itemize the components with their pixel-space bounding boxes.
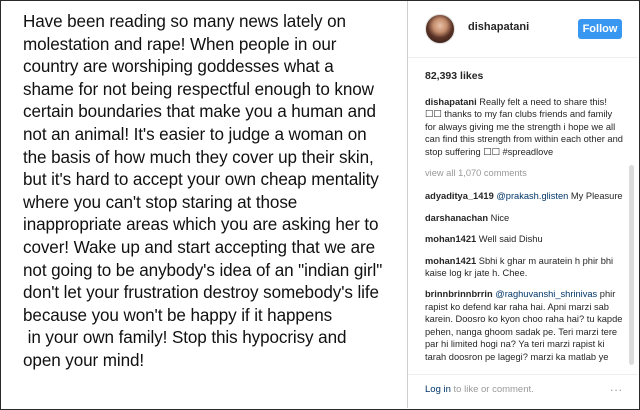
login-link[interactable]: Log in (425, 384, 451, 395)
comment-item: darshanachan Nice (425, 212, 625, 224)
comment-item: adyaditya_1419 @prakash.glisten My Pleas… (425, 190, 625, 202)
comment-text: phir rapist ko defend kar raha hai. Apni… (425, 289, 623, 362)
comment-username[interactable]: brinnbrinnbrrin (425, 289, 493, 299)
comments-scrollbar[interactable] (629, 165, 634, 365)
more-options-icon[interactable]: ... (610, 380, 623, 394)
comment-username[interactable]: darshanachan (425, 213, 488, 223)
comment-list: dishapatani Really felt a need to share … (425, 96, 625, 372)
comment-item: mohan1421 Sbhi k ghar m auratein h phir … (425, 255, 625, 280)
comment-mention[interactable]: @prakash.glisten (496, 191, 568, 201)
avatar[interactable] (425, 14, 455, 44)
post-image[interactable]: Have been reading so many news lately on… (1, 1, 408, 408)
likes-count[interactable]: 82,393 likes (425, 70, 483, 82)
comment-username[interactable]: adyaditya_1419 (425, 191, 494, 201)
comment-mention[interactable]: @raghuvanshi_shrinivas (495, 289, 597, 299)
post-text: Have been reading so many news lately on… (23, 12, 383, 370)
comment-text: Well said Dishu (476, 234, 543, 245)
username-link[interactable]: dishapatani (468, 21, 529, 33)
caption-username[interactable]: dishapatani (425, 97, 477, 107)
login-prompt: Log in to like or comment. (425, 384, 534, 395)
comment-item: brinnbrinnbrrin @raghuvanshi_shrinivas p… (425, 288, 625, 362)
post-header: dishapatani Follow (408, 1, 638, 58)
follow-button[interactable]: Follow (578, 19, 622, 39)
caption: dishapatani Really felt a need to share … (425, 96, 625, 158)
comment-item: mohan1421 Well said Dishu (425, 233, 625, 245)
comment-text: Nice (488, 212, 510, 223)
comment-username[interactable]: mohan1421 (425, 256, 476, 266)
comments-panel: dishapatani Follow 82,393 likes dishapat… (408, 1, 638, 408)
view-all-comments-link[interactable]: view all 1,070 comments (425, 167, 625, 179)
login-prompt-text: to like or comment. (450, 384, 534, 395)
post-footer: Log in to like or comment. ... (408, 374, 638, 409)
comment-username[interactable]: mohan1421 (425, 234, 476, 244)
comment-text: My Pleasure (568, 191, 623, 202)
